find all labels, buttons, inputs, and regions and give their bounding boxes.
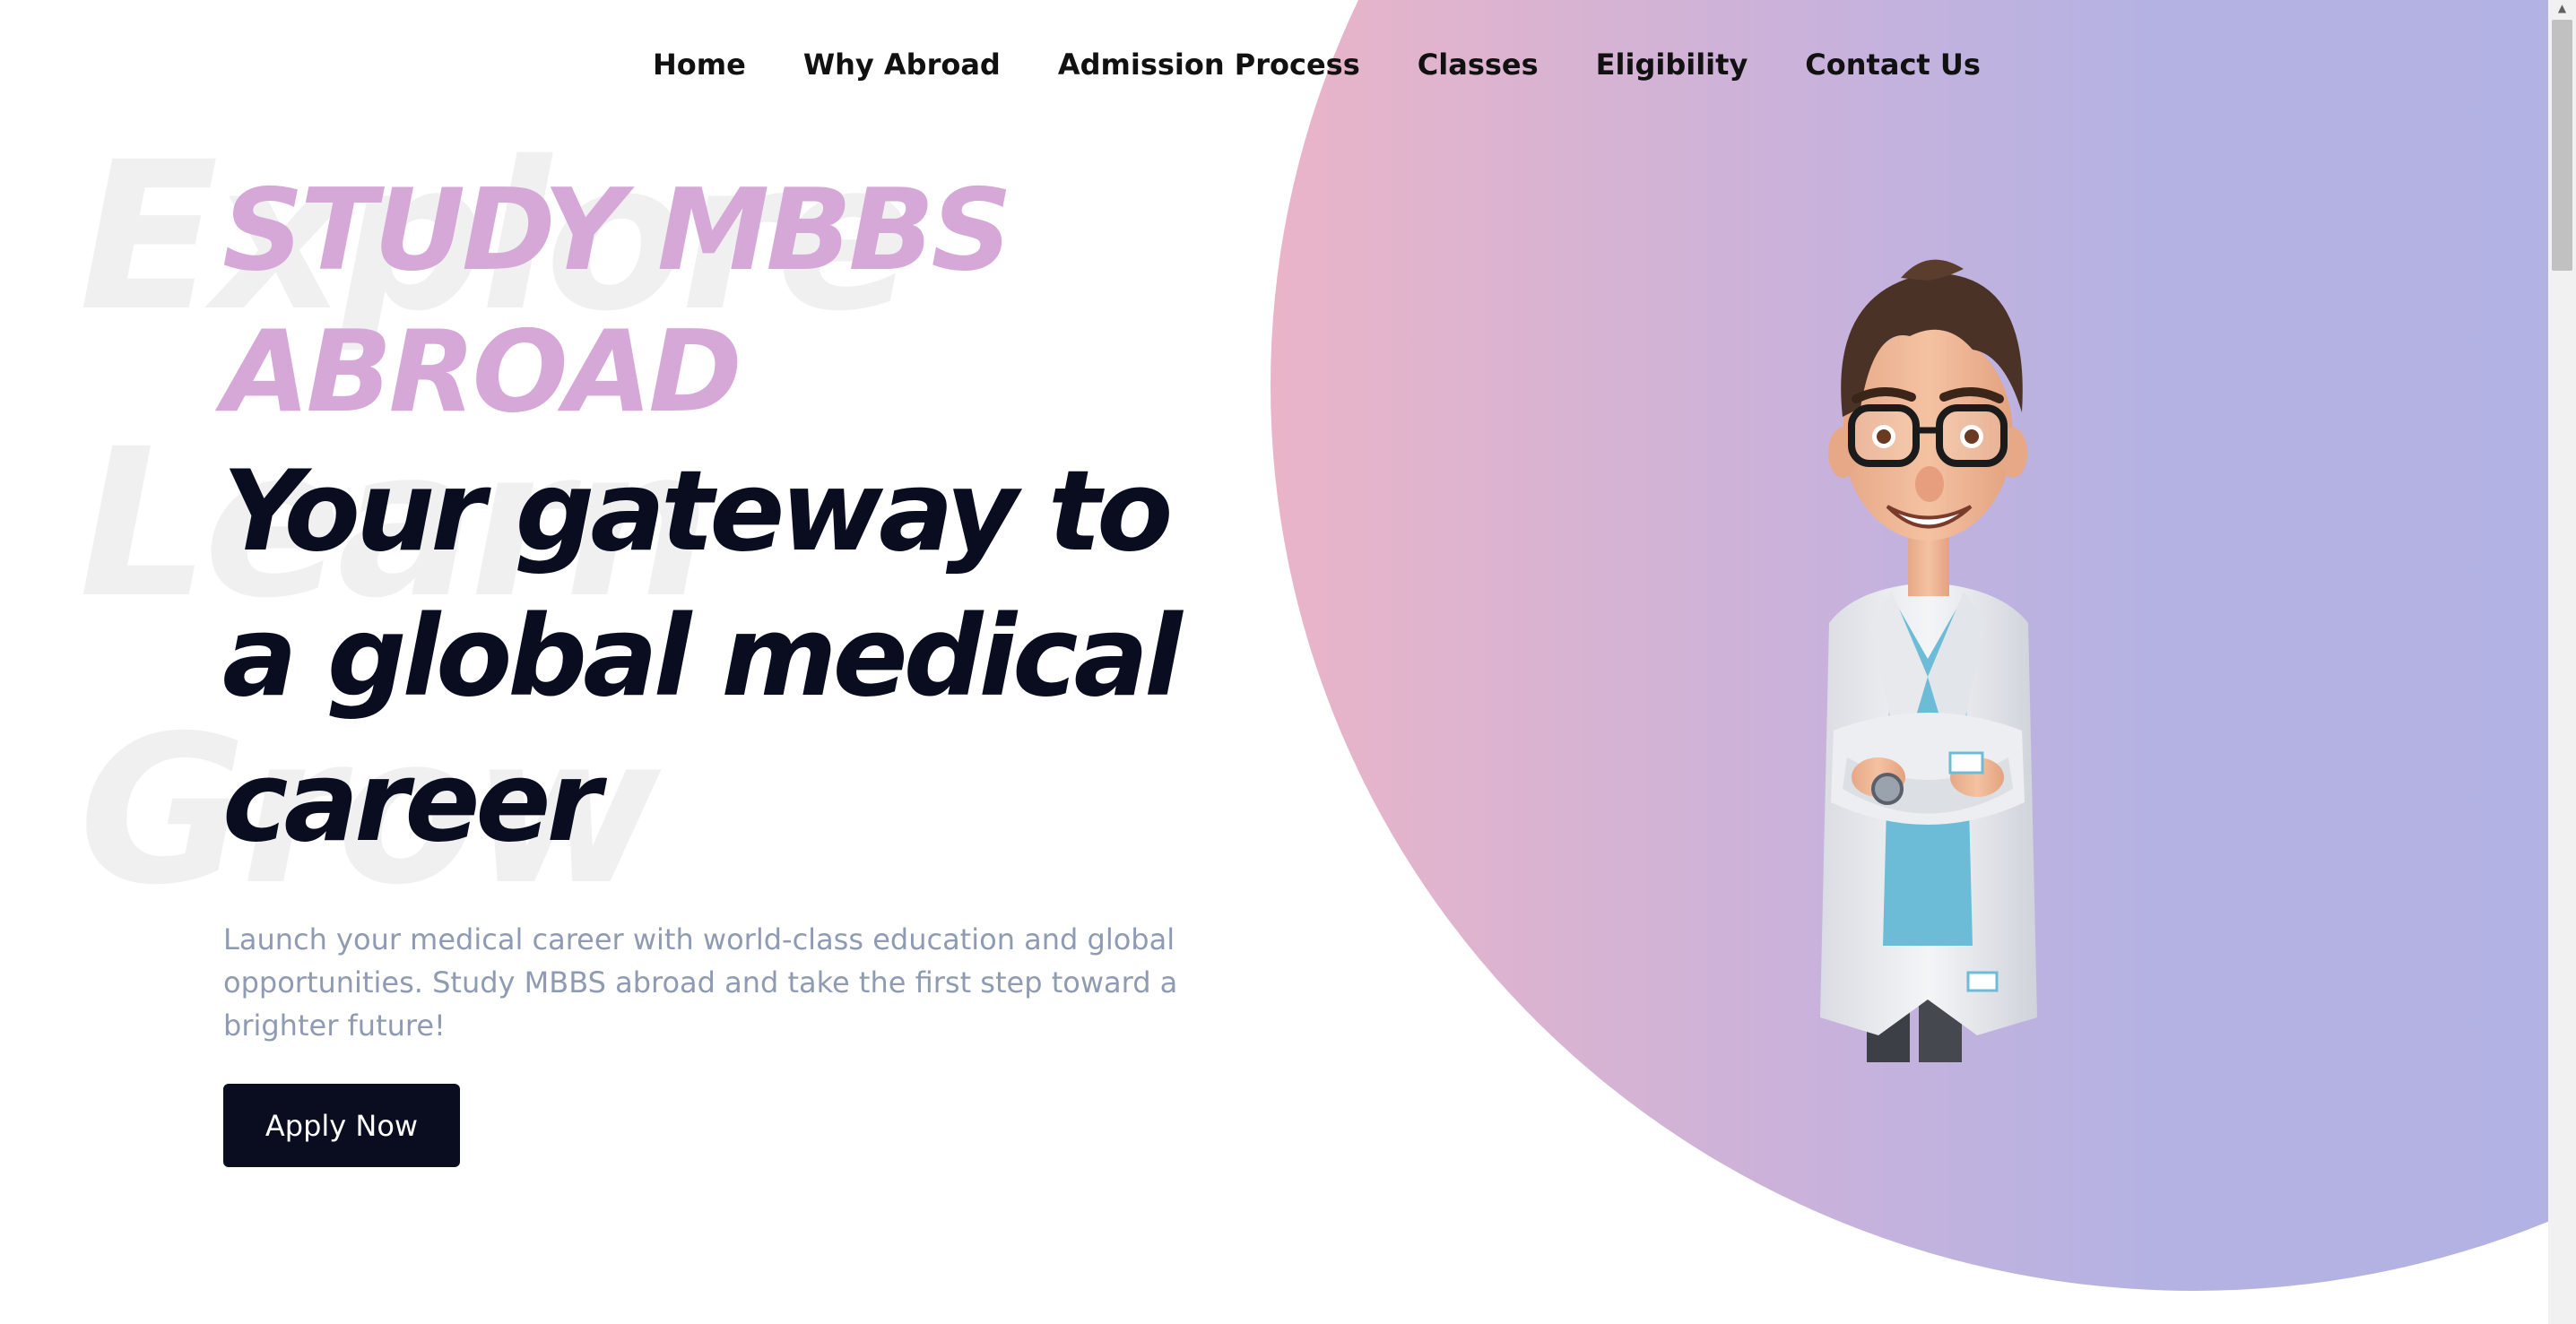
chevron-up-icon[interactable]: ▲: [2548, 0, 2576, 16]
nav-home[interactable]: Home: [653, 41, 746, 88]
apply-now-button[interactable]: Apply Now: [223, 1084, 460, 1167]
nav-contact-us[interactable]: Contact Us: [1805, 41, 1981, 88]
page: Home Why Abroad Admission Process Classe…: [0, 0, 2576, 1324]
hero-description: Launch your medical career with world-cl…: [223, 922, 1178, 1043]
nav-eligibility[interactable]: Eligibility: [1596, 41, 1748, 88]
doctor-illustration: [1820, 259, 2037, 1062]
vertical-scrollbar[interactable]: ▲: [2548, 0, 2576, 1324]
nav-classes[interactable]: Classes: [1418, 41, 1539, 88]
hero-headline-line3: career: [222, 738, 602, 867]
hero-eyebrow: STUDY MBBS ABROAD: [222, 160, 1029, 443]
nav-why-abroad[interactable]: Why Abroad: [803, 41, 1001, 88]
hero-headline: Your gateway to a global medical career: [222, 439, 1280, 875]
hero-headline-line2: a global medical: [222, 593, 1183, 722]
hero-headline-line1: Your gateway to: [222, 447, 1173, 576]
nav-admission-process[interactable]: Admission Process: [1058, 41, 1360, 88]
hero-eyebrow-line1: STUDY MBBS: [222, 164, 1012, 296]
main-nav: Home Why Abroad Admission Process Classe…: [653, 41, 1981, 88]
scrollbar-thumb[interactable]: [2552, 20, 2572, 271]
hero-eyebrow-line2: ABROAD: [222, 306, 742, 437]
